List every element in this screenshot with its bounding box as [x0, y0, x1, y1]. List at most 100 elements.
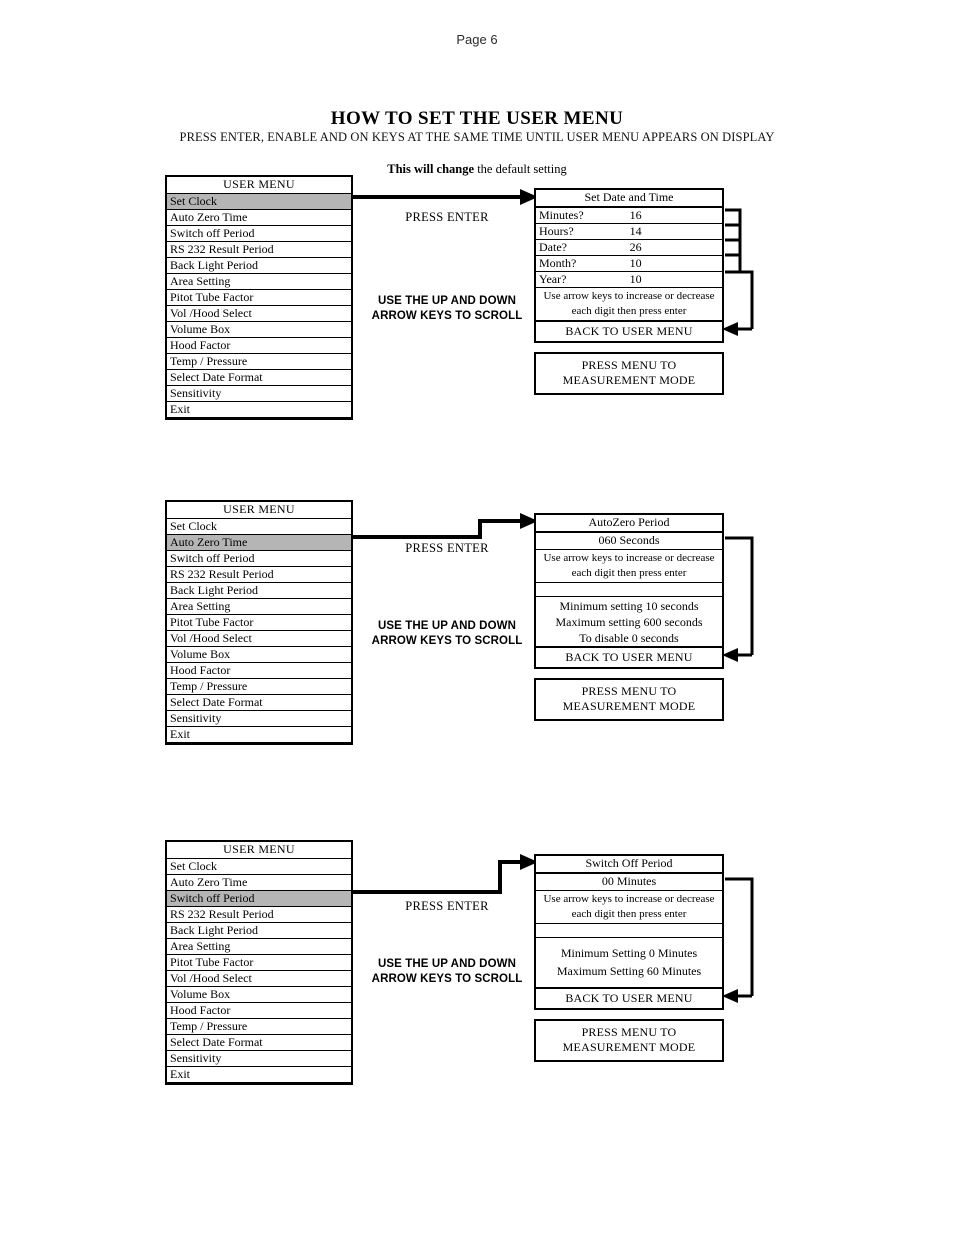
arrow-help-2-line1: Use arrow keys to increase or decrease	[543, 552, 715, 564]
user-menu-header: USER MENU	[167, 502, 351, 519]
connector-lines-set-clock	[353, 189, 754, 336]
field-year[interactable]: Year? 10	[536, 272, 722, 288]
menu-item-sensitivity[interactable]: Sensitivity	[167, 1051, 351, 1067]
field-hours[interactable]: Hours? 14	[536, 224, 722, 240]
field-hours-label: Hours?	[539, 224, 574, 238]
menu-item-switch-off-period[interactable]: Switch off Period	[167, 226, 351, 242]
measurement-mode-box-1[interactable]: PRESS MENU TO MEASUREMENT MODE	[534, 352, 724, 395]
back-to-user-menu-2[interactable]: BACK TO USER MENU	[534, 646, 724, 669]
menu-item-pitot-tube-factor[interactable]: Pitot Tube Factor	[167, 290, 351, 306]
measurement-mode-line2-1: MEASUREMENT MODE	[562, 373, 696, 387]
menu-item-exit[interactable]: Exit	[167, 402, 351, 417]
page-title: HOW TO SET THE USER MENU	[330, 108, 624, 129]
switch-off-period-value[interactable]: 00 Minutes	[536, 874, 722, 891]
menu-item-volume-box[interactable]: Volume Box	[167, 322, 351, 338]
menu-item-pitot-tube-factor[interactable]: Pitot Tube Factor	[167, 615, 351, 631]
autozero-disable-note: To disable 0 seconds	[579, 631, 679, 645]
menu-item-rs232-result-period[interactable]: RS 232 Result Period	[167, 907, 351, 923]
menu-item-area-setting[interactable]: Area Setting	[167, 939, 351, 955]
section-auto-zero-time: USER MENU Set Clock Auto Zero Time Switc…	[0, 497, 954, 745]
menu-item-select-date-format[interactable]: Select Date Format	[167, 1035, 351, 1051]
menu-item-temp-pressure[interactable]: Temp / Pressure	[167, 354, 351, 370]
field-date-label: Date?	[539, 240, 567, 254]
arrow-help-3-line2: each digit then press enter	[571, 907, 687, 920]
menu-item-switch-off-period[interactable]: Switch off Period	[167, 891, 351, 907]
menu-item-area-setting[interactable]: Area Setting	[167, 599, 351, 615]
menu-item-auto-zero-time[interactable]: Auto Zero Time	[167, 210, 351, 226]
menu-item-volume-box[interactable]: Volume Box	[167, 987, 351, 1003]
autozero-period-header: AutoZero Period	[536, 515, 722, 533]
field-year-value: 10	[629, 272, 642, 286]
arrow-help-1-line1: Use arrow keys to increase or decrease	[543, 290, 715, 302]
menu-item-back-light-period[interactable]: Back Light Period	[167, 258, 351, 274]
panel-spacer-2	[536, 583, 722, 597]
menu-item-set-clock[interactable]: Set Clock	[167, 194, 351, 210]
menu-item-temp-pressure[interactable]: Temp / Pressure	[167, 1019, 351, 1035]
field-minutes-value: 16	[629, 208, 642, 222]
menu-item-vol-hood-select[interactable]: Vol /Hood Select	[167, 631, 351, 647]
menu-item-exit[interactable]: Exit	[167, 1067, 351, 1082]
scroll-instruction-2: USE THE UP AND DOWN ARROW KEYS TO SCROLL	[342, 619, 552, 649]
arrow-help-3-line1: Use arrow keys to increase or decrease	[543, 893, 715, 905]
field-minutes[interactable]: Minutes? 16	[536, 208, 722, 224]
menu-item-select-date-format[interactable]: Select Date Format	[167, 370, 351, 386]
autozero-min-limit: Minimum setting 10 seconds	[559, 599, 699, 613]
menu-item-auto-zero-time[interactable]: Auto Zero Time	[167, 535, 351, 551]
user-menu-header: USER MENU	[167, 842, 351, 859]
panel-spacer-3	[536, 924, 722, 938]
menu-item-vol-hood-select[interactable]: Vol /Hood Select	[167, 971, 351, 987]
menu-item-select-date-format[interactable]: Select Date Format	[167, 695, 351, 711]
section-switch-off-period: USER MENU Set Clock Auto Zero Time Switc…	[0, 837, 954, 1085]
menu-item-hood-factor[interactable]: Hood Factor	[167, 1003, 351, 1019]
menu-item-temp-pressure[interactable]: Temp / Pressure	[167, 679, 351, 695]
autozero-period-panel[interactable]: AutoZero Period 060 Seconds Use arrow ke…	[534, 513, 724, 650]
back-to-user-menu-1[interactable]: BACK TO USER MENU	[534, 320, 724, 343]
menu-item-sensitivity[interactable]: Sensitivity	[167, 711, 351, 727]
menu-item-hood-factor[interactable]: Hood Factor	[167, 663, 351, 679]
menu-item-pitot-tube-factor[interactable]: Pitot Tube Factor	[167, 955, 351, 971]
user-menu-header: USER MENU	[167, 177, 351, 194]
press-enter-label-2: PRESS ENTER	[405, 541, 489, 555]
menu-item-auto-zero-time[interactable]: Auto Zero Time	[167, 875, 351, 891]
switch-off-period-panel[interactable]: Switch Off Period 00 Minutes Use arrow k…	[534, 854, 724, 990]
arrow-help-2-line2: each digit then press enter	[571, 566, 687, 579]
user-menu-table-2[interactable]: USER MENU Set Clock Auto Zero Time Switc…	[165, 500, 353, 745]
scroll-instruction-line1: USE THE UP AND DOWN	[378, 295, 516, 307]
arrow-help-2: Use arrow keys to increase or decrease e…	[536, 550, 722, 583]
field-date[interactable]: Date? 26	[536, 240, 722, 256]
menu-item-set-clock[interactable]: Set Clock	[167, 519, 351, 535]
measurement-mode-box-2[interactable]: PRESS MENU TO MEASUREMENT MODE	[534, 678, 724, 721]
user-menu-table-3[interactable]: USER MENU Set Clock Auto Zero Time Switc…	[165, 840, 353, 1085]
field-month[interactable]: Month? 10	[536, 256, 722, 272]
measurement-mode-box-3[interactable]: PRESS MENU TO MEASUREMENT MODE	[534, 1019, 724, 1062]
menu-item-rs232-result-period[interactable]: RS 232 Result Period	[167, 242, 351, 258]
menu-item-set-clock[interactable]: Set Clock	[167, 859, 351, 875]
menu-item-vol-hood-select[interactable]: Vol /Hood Select	[167, 306, 351, 322]
menu-item-rs232-result-period[interactable]: RS 232 Result Period	[167, 567, 351, 583]
field-month-label: Month?	[539, 256, 577, 270]
measurement-mode-line2-2: MEASUREMENT MODE	[562, 699, 696, 713]
scroll-instruction-3: USE THE UP AND DOWN ARROW KEYS TO SCROLL	[342, 957, 552, 987]
set-date-time-panel[interactable]: Set Date and Time Minutes? 16 Hours? 14 …	[534, 188, 724, 322]
back-to-user-menu-3[interactable]: BACK TO USER MENU	[534, 987, 724, 1010]
scroll-instruction-line2: ARROW KEYS TO SCROLL	[371, 310, 523, 322]
menu-item-back-light-period[interactable]: Back Light Period	[167, 583, 351, 599]
autozero-period-value[interactable]: 060 Seconds	[536, 533, 722, 550]
menu-item-area-setting[interactable]: Area Setting	[167, 274, 351, 290]
scroll-instruction-line1: USE THE UP AND DOWN	[378, 620, 516, 632]
measurement-mode-line1-3: PRESS MENU TO	[581, 1025, 677, 1039]
page-number: Page 6	[456, 32, 498, 47]
user-menu-table-1[interactable]: USER MENU Set Clock Auto Zero Time Switc…	[165, 175, 353, 420]
menu-item-hood-factor[interactable]: Hood Factor	[167, 338, 351, 354]
menu-item-volume-box[interactable]: Volume Box	[167, 647, 351, 663]
autozero-limits: Minimum setting 10 seconds Maximum setti…	[536, 597, 722, 648]
field-minutes-label: Minutes?	[539, 208, 584, 222]
switch-off-limits: Minimum Setting 0 Minutes Maximum Settin…	[536, 938, 722, 988]
menu-item-back-light-period[interactable]: Back Light Period	[167, 923, 351, 939]
menu-item-sensitivity[interactable]: Sensitivity	[167, 386, 351, 402]
menu-item-switch-off-period[interactable]: Switch off Period	[167, 551, 351, 567]
field-date-value: 26	[629, 240, 642, 254]
menu-item-exit[interactable]: Exit	[167, 727, 351, 742]
switch-off-period-header: Switch Off Period	[536, 856, 722, 874]
measurement-mode-line2-3: MEASUREMENT MODE	[562, 1040, 696, 1054]
